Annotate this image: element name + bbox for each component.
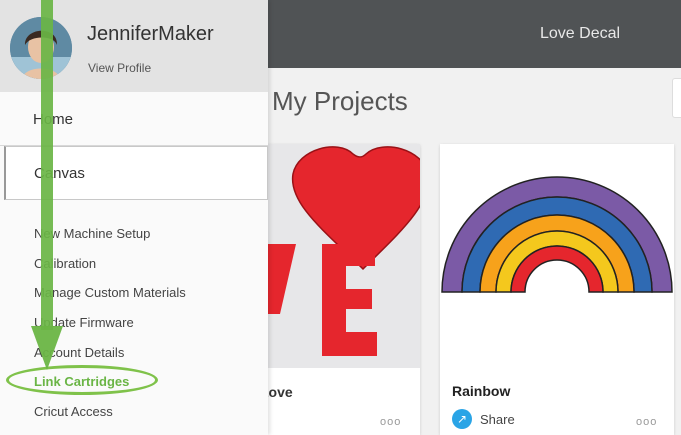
- menu-item-cricut-access[interactable]: Cricut Access: [34, 404, 113, 419]
- page-title: My Projects: [272, 86, 408, 116]
- view-profile-link[interactable]: View Profile: [88, 61, 151, 75]
- menu-item-calibration[interactable]: Calibration: [34, 256, 96, 271]
- avatar[interactable]: [10, 17, 72, 79]
- header-control[interactable]: [672, 78, 681, 118]
- avatar-photo: [10, 17, 72, 79]
- project-title[interactable]: Love Decal: [540, 25, 620, 43]
- share-button[interactable]: ↗ Share: [452, 409, 515, 429]
- share-label: Share: [480, 411, 515, 427]
- more-options-icon[interactable]: ooo: [636, 416, 657, 428]
- nav-item-label: Canvas: [34, 165, 85, 182]
- share-arrow-icon: ↗: [452, 409, 472, 429]
- menu-item-account-details[interactable]: Account Details: [34, 345, 124, 360]
- highlight-ring-annotation: [6, 365, 158, 395]
- project-title-rainbow: Rainbow: [452, 383, 511, 399]
- menu-item-manage-custom-materials[interactable]: Manage Custom Materials: [34, 285, 186, 300]
- project-thumbnail[interactable]: [440, 144, 674, 368]
- profile-header[interactable]: JenniferMaker View Profile: [0, 0, 268, 92]
- menu-item-new-machine-setup[interactable]: New Machine Setup: [34, 226, 150, 241]
- project-card-rainbow[interactable]: Rainbow ↗ Share ooo: [440, 144, 674, 435]
- menu-item-update-firmware[interactable]: Update Firmware: [34, 315, 134, 330]
- nav-item-home[interactable]: Home: [0, 92, 268, 146]
- rainbow-art: [441, 176, 673, 293]
- more-options-icon[interactable]: ooo: [380, 416, 401, 428]
- nav-item-canvas[interactable]: Canvas: [4, 146, 268, 200]
- username: JenniferMaker: [87, 23, 214, 45]
- nav-item-label: Home: [33, 111, 74, 128]
